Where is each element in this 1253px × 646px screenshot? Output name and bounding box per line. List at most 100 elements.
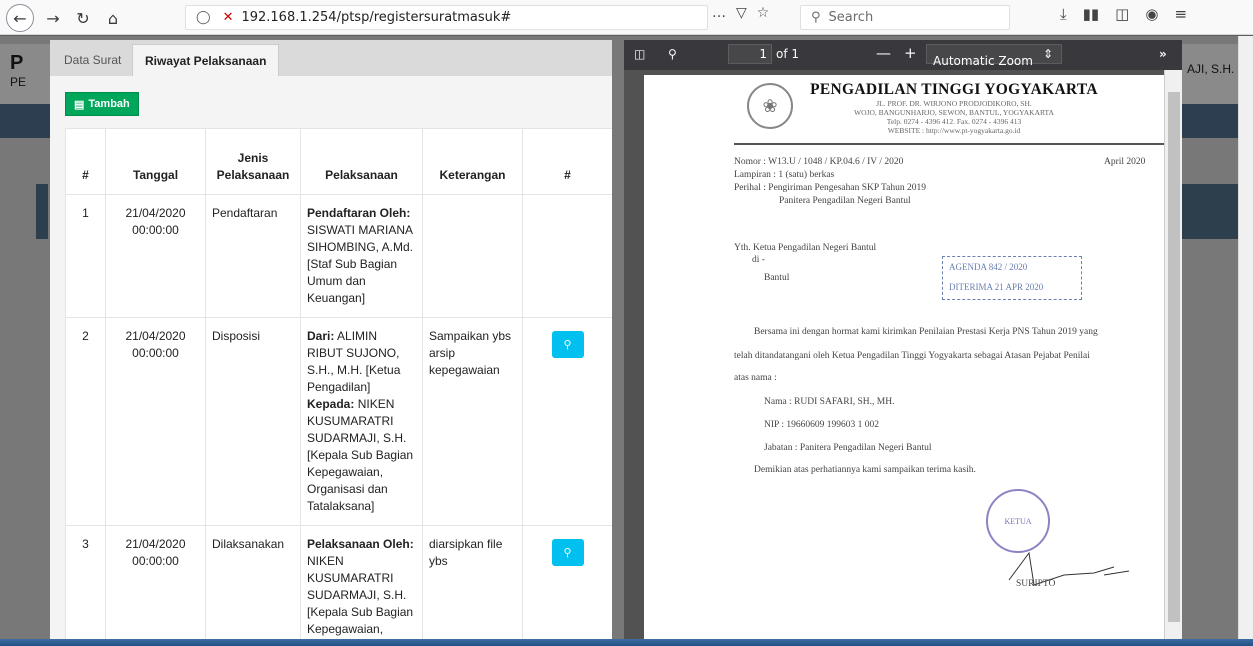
row-pelaksanaan: Dari: ALIMIN RIBUT SUJONO, S.H., M.H. [K…	[300, 317, 423, 526]
bookmark-star-icon[interactable]: ☆	[757, 5, 770, 21]
official-seal: KETUA	[986, 489, 1050, 553]
row-keterangan: Sampaikan ybs arsip kepegawaian	[422, 317, 523, 526]
url-bar[interactable]: ◯ ✕ 192.168.1.254/ptsp/registersuratmasu…	[185, 5, 708, 30]
letter-di: di -	[752, 255, 765, 265]
pocket-icon[interactable]: ▽	[736, 5, 747, 21]
stamp-diterima: DITERIMA 21 APR 2020	[949, 282, 1044, 292]
extension-icon[interactable]: ◉	[1145, 5, 1158, 23]
stamp-agenda: AGENDA 842 / 2020	[949, 262, 1028, 272]
received-stamp: AGENDA 842 / 2020 DITERIMA 21 APR 2020	[942, 256, 1082, 300]
download-icon[interactable]: ⤓	[1060, 5, 1067, 23]
forward-button[interactable]: →	[40, 5, 66, 31]
pdf-viewer: ◫ ⚲ 1 of 1 — + Automatic Zoom ⇕ » ❀ PENGA…	[624, 40, 1182, 640]
letter-nomor: Nomor : W13.U / 1048 / KP.04.6 / IV / 20…	[734, 157, 904, 167]
col-number: #	[65, 128, 106, 195]
add-icon: ▤	[74, 98, 85, 111]
letter-jabatan: Jabatan : Panitera Pengadilan Negeri Ban…	[764, 443, 932, 453]
back-button[interactable]: ←	[6, 4, 34, 32]
page-scrollbar[interactable]	[1238, 36, 1253, 639]
add-button[interactable]: ▤ Tambah	[65, 92, 139, 116]
tools-menu-icon[interactable]: »	[1159, 47, 1167, 61]
letter-lampiran: Lampiran : 1 (satu) berkas	[734, 170, 835, 180]
menu-icon[interactable]: ≡	[1174, 5, 1187, 23]
letter-date: April 2020	[1104, 157, 1146, 167]
find-icon[interactable]: ⚲	[668, 47, 677, 61]
table-row: 2 21/04/2020 00:00:00 Disposisi Dari: AL…	[65, 317, 612, 526]
zoom-in-button[interactable]: +	[904, 44, 917, 62]
table-row: 3 21/04/2020 00:00:00 Dilaksanakan Pelak…	[65, 525, 612, 640]
zoom-icon: ⚲	[563, 338, 572, 351]
letter-perihal: Perihal : Pengiriman Pengesahan SKP Tahu…	[734, 183, 926, 193]
row-number: 3	[65, 525, 106, 640]
col-jenis: Jenis Pelaksanaan	[205, 128, 301, 195]
zoom-value: Automatic Zoom	[933, 54, 1033, 68]
row-keterangan: diarsipkan file ybs	[422, 525, 523, 640]
pdf-page: ❀ PENGADILAN TINGGI YOGYAKARTA JL. PROF.…	[644, 75, 1164, 640]
pdf-toolbar: ◫ ⚲ 1 of 1 — + Automatic Zoom ⇕ »	[624, 40, 1182, 70]
add-button-label: Tambah	[88, 98, 130, 110]
row-pelaksanaan: Pendaftaran Oleh: SISWATI MARIANA SIHOMBI…	[300, 194, 423, 318]
row-pelaksanaan-text: NIKEN KUSUMARATRI SUDARMAJI, S.H. [Kepal…	[307, 554, 414, 640]
letterhead-divider	[734, 143, 1164, 145]
pdf-scroll-thumb[interactable]	[1168, 92, 1180, 622]
addr-line: Telp. 0274 - 4396 412. Fax. 0274 - 4396 …	[886, 117, 1022, 126]
search-input[interactable]: ⚲ Search	[800, 5, 1010, 30]
browser-toolbar: ← → ↻ ⌂ ◯ ✕ 192.168.1.254/ptsp/registers…	[0, 0, 1253, 35]
library-icon[interactable]: ▮▮	[1083, 5, 1100, 23]
row-pelaksanaan-label: Dari:	[307, 329, 335, 343]
pdf-scrollbar[interactable]	[1164, 70, 1182, 640]
zoom-out-button[interactable]: —	[876, 44, 891, 62]
court-name: PENGADILAN TINGGI YOGYAKARTA	[810, 81, 1098, 98]
more-icon[interactable]: …	[712, 5, 726, 21]
zoom-icon: ⚲	[563, 546, 572, 559]
letter-nip: NIP : 19660609 199603 1 002	[764, 420, 879, 430]
row-jenis: Pendaftaran	[205, 194, 301, 318]
row-jenis: Disposisi	[205, 317, 301, 526]
sidebar-icon[interactable]: ◫	[1115, 5, 1129, 23]
view-button[interactable]: ⚲	[551, 539, 584, 566]
row-number: 2	[65, 317, 106, 526]
col-action: #	[522, 128, 612, 195]
letter-bantul: Bantul	[764, 273, 790, 283]
table-row: 1 21/04/2020 00:00:00 Pendaftaran Pendaf…	[65, 194, 612, 318]
row-tanggal: 21/04/2020 00:00:00	[105, 317, 206, 526]
zoom-select[interactable]: Automatic Zoom ⇕	[926, 44, 1062, 68]
letter-body-2: telah ditandatangani oleh Ketua Pengadil…	[734, 351, 1090, 361]
bg-box-left	[36, 184, 48, 239]
shield-icon: ◯	[196, 10, 211, 25]
addr-line: WOJO, BANGUNHARJO, SEWON, BANTUL, YOGYAK…	[854, 108, 1054, 117]
row-keterangan	[422, 194, 523, 318]
sidebar-toggle-icon[interactable]: ◫	[634, 47, 645, 61]
col-tanggal: Tanggal	[105, 128, 206, 195]
col-keterangan: Keterangan	[422, 128, 523, 195]
row-tanggal: 21/04/2020 00:00:00	[105, 525, 206, 640]
addr-line: JL. PROF. DR. WIRJONO PRODJODIKORO, SH.	[876, 99, 1032, 108]
row-pelaksanaan: Pelaksanaan Oleh: NIKEN KUSUMARATRI SUDAR…	[300, 525, 423, 640]
chevron-icon: ⇕	[1042, 47, 1053, 61]
letter-recipient: Yth. Ketua Pengadilan Negeri Bantul	[734, 243, 877, 253]
court-logo-icon: ❀	[747, 83, 793, 129]
toolbar-icons: ⤓ ▮▮ ◫ ◉ ≡	[1060, 5, 1187, 23]
row-action: ⚲	[522, 525, 612, 640]
reload-button[interactable]: ↻	[70, 5, 96, 31]
row-pelaksanaan-text: SISWATI MARIANA SIHOMBING, A.Md. [Staf S…	[307, 223, 414, 305]
row-pelaksanaan-label: Pelaksanaan Oleh:	[307, 537, 414, 551]
tab-data-surat[interactable]: Data Surat	[52, 44, 133, 76]
row-tanggal: 21/04/2020 00:00:00	[105, 194, 206, 318]
col-pelaksanaan: Pelaksanaan	[300, 128, 423, 195]
letter-body-1: Bersama ini dengan hormat kami kirimkan …	[754, 327, 1098, 337]
row-action	[522, 194, 612, 318]
history-table: # Tanggal Jenis Pelaksanaan Pelaksanaan …	[65, 128, 612, 640]
tab-riwayat-pelaksanaan[interactable]: Riwayat Pelaksanaan	[132, 44, 280, 76]
letter-perihal-2: Panitera Pengadilan Negeri Bantul	[779, 196, 911, 206]
row-pelaksanaan-label: Kepada:	[307, 397, 355, 411]
home-icon[interactable]: ⌂	[100, 5, 126, 31]
letter-nama: Nama : RUDI SAFARI, SH., MH.	[764, 397, 895, 407]
row-pelaksanaan-label: Pendaftaran Oleh:	[307, 206, 411, 220]
page-number-input[interactable]: 1	[728, 44, 772, 64]
url-text: 192.168.1.254/ptsp/registersuratmasuk#	[241, 10, 512, 25]
search-placeholder: Search	[828, 10, 874, 25]
view-button[interactable]: ⚲	[551, 331, 584, 358]
insecure-lock-icon: ✕	[222, 10, 234, 25]
page-actions: … ▽ ☆	[712, 5, 769, 21]
